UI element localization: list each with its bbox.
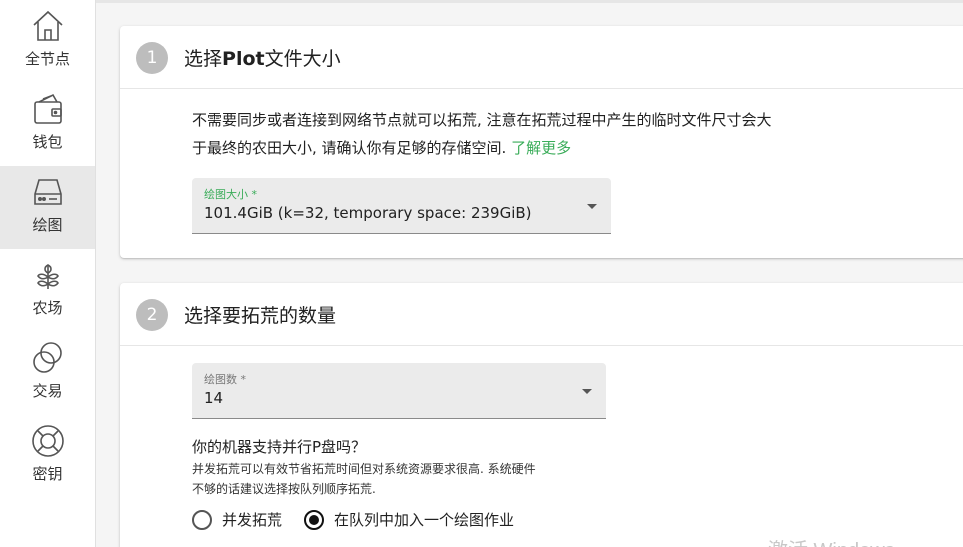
sidebar-item-label: 绘图: [32, 216, 63, 234]
app-window: 全节点 钱包 绘图 农场 交易 密钥 1 选择Plot文件大小 不需要同步或者连…: [0, 0, 963, 547]
parallel-question: 你的机器支持并行P盘吗？: [192, 438, 367, 456]
radio-button-unchecked[interactable]: [192, 509, 212, 530]
card-title-prefix: 选择: [184, 48, 223, 70]
chevron-down-icon: [582, 389, 592, 394]
plot-size-select[interactable]: 绘图大小 * 101.4GiB (k=32, temporary space: …: [192, 178, 611, 234]
sidebar-item-label: 全节点: [24, 50, 70, 68]
card-title: 选择Plot文件大小: [184, 44, 341, 71]
plot-count-select[interactable]: 绘图数 * 14: [192, 363, 606, 419]
card-title: 选择要拓荒的数量: [184, 305, 337, 327]
learn-more-link[interactable]: 了解更多: [511, 139, 571, 157]
parallel-hint: 并发拓荒可以有效节省拓荒时间但对系统资源要求很高. 系统硬件 不够的话建议选择按…: [192, 459, 612, 499]
step-number-badge: 1: [136, 42, 168, 74]
radio-label: 在队列中加入一个绘图作业: [334, 511, 515, 529]
hint-line: 并发拓荒可以有效节省拓荒时间但对系统资源要求很高. 系统硬件: [192, 462, 536, 476]
wallet-icon: [33, 93, 62, 124]
sidebar-item-wallet[interactable]: 钱包: [0, 83, 95, 166]
sidebar-item-plot[interactable]: 绘图: [0, 166, 95, 249]
card-header: 2 选择要拓荒的数量: [120, 283, 963, 346]
sidebar-item-label: 密钥: [32, 465, 63, 483]
lifebuoy-icon: [31, 425, 64, 457]
select-value: 14: [204, 389, 224, 407]
description-line: 于最终的农田大小, 请确认你有足够的存储空间.: [192, 139, 507, 157]
select-label: 绘图大小 *: [204, 188, 257, 201]
sidebar-item-label: 农场: [32, 299, 63, 317]
description-line: 不需要同步或者连接到网络节点就可以拓荒, 注意在拓荒过程中产生的临时文件尺寸会大: [192, 111, 772, 129]
sidebar-item-farm[interactable]: 农场: [0, 249, 95, 332]
description-line-2: 于最终的农田大小, 请确认你有足够的存储空间. 了解更多: [192, 134, 832, 162]
hint-line: 不够的话建议选择按队列顺序拓荒.: [192, 482, 376, 496]
radio-parallel[interactable]: 并发拓荒: [192, 509, 282, 530]
sidebar: 全节点 钱包 绘图 农场 交易 密钥: [0, 0, 96, 547]
select-label: 绘图数 *: [204, 373, 246, 386]
radio-button-checked[interactable]: [304, 509, 324, 530]
chevron-down-icon: [587, 204, 597, 209]
plot-size-card: 1 选择Plot文件大小 不需要同步或者连接到网络节点就可以拓荒, 注意在拓荒过…: [120, 26, 963, 258]
radio-label: 并发拓荒: [222, 511, 283, 529]
plant-icon: [36, 264, 59, 289]
sidebar-item-full-node[interactable]: 全节点: [0, 0, 95, 83]
sidebar-item-trade[interactable]: 交易: [0, 332, 95, 415]
hard-drive-icon: [33, 179, 62, 205]
plot-count-card: 2 选择要拓荒的数量 绘图数 * 14 你的机器支持并行P盘吗？ 并发拓荒可以有…: [120, 283, 963, 547]
main-content: 1 选择Plot文件大小 不需要同步或者连接到网络节点就可以拓荒, 注意在拓荒过…: [96, 0, 963, 547]
card-title-suffix: 文件大小: [264, 48, 341, 70]
sidebar-item-keys[interactable]: 密钥: [0, 415, 95, 498]
home-icon: [32, 10, 63, 41]
windows-activation-watermark: 激活 Windows: [768, 534, 895, 547]
sidebar-item-label: 钱包: [32, 133, 63, 151]
sidebar-item-label: 交易: [32, 382, 63, 400]
card-title-bold: Plot: [222, 48, 265, 70]
card-header: 1 选择Plot文件大小: [120, 26, 963, 89]
exchange-circles-icon: [32, 342, 62, 373]
step-number-badge: 2: [136, 299, 168, 331]
radio-queue[interactable]: 在队列中加入一个绘图作业: [304, 509, 514, 530]
plot-size-description: 不需要同步或者连接到网络节点就可以拓荒, 注意在拓荒过程中产生的临时文件尺寸会大…: [192, 106, 832, 162]
top-divider: [96, 0, 963, 3]
select-value: 101.4GiB (k=32, temporary space: 239GiB): [204, 204, 532, 222]
